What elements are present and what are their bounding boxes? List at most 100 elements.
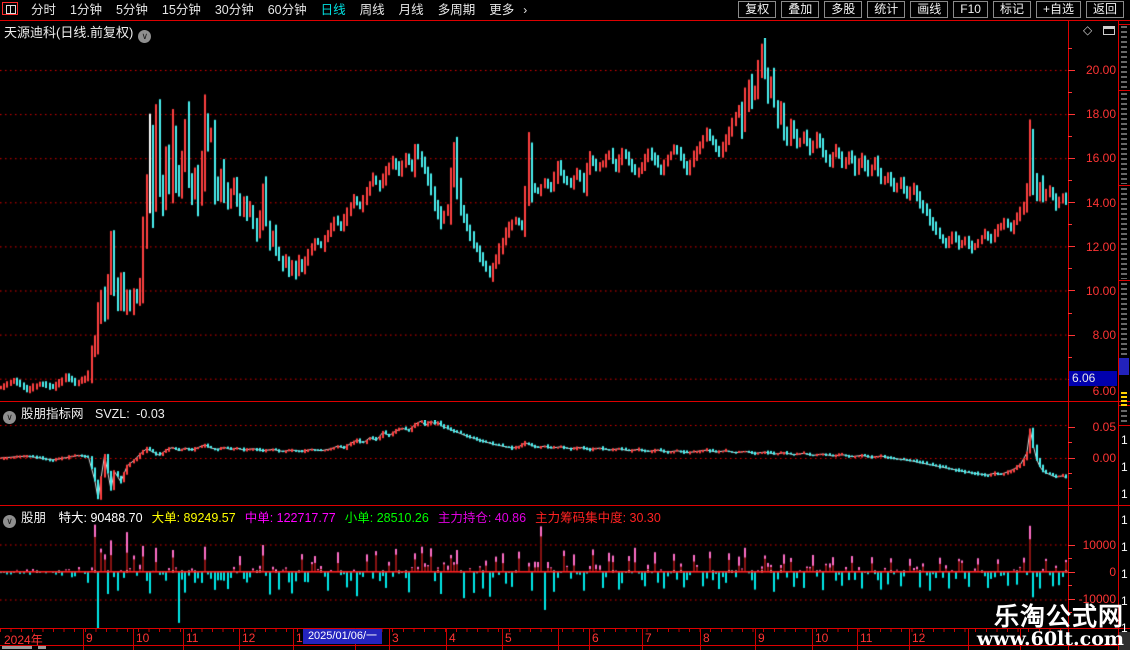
period-tab-list: 分时 1分钟 5分钟 15分钟 30分钟 60分钟 日线 周线 月线 多周期 更多 › xyxy=(24,0,527,20)
x-axis-separator xyxy=(589,628,590,645)
toolbar-period-item[interactable]: 1分钟 xyxy=(70,0,102,20)
toolbar-button[interactable]: 标记 xyxy=(992,1,1031,18)
x-axis-separator xyxy=(968,628,969,645)
toolbar-period-item[interactable]: 5分钟 xyxy=(116,0,148,20)
x-axis-separator-lower xyxy=(502,646,503,650)
axis-tick xyxy=(1068,427,1075,428)
fund-stat: 特大: 90488.70 xyxy=(59,511,143,525)
x-axis-separator-lower xyxy=(857,646,858,650)
sidebar-blue-marker xyxy=(1119,358,1129,375)
fund-stat-value: 90488.70 xyxy=(90,511,143,525)
axis-tick xyxy=(1068,70,1075,71)
toolbar-period-item[interactable]: 月线 xyxy=(399,0,424,20)
svzl-collapse-icon[interactable]: ∨ xyxy=(3,411,16,424)
toolbar-divider xyxy=(0,20,1130,21)
x-axis-separator-lower xyxy=(909,646,910,650)
toolbar-button[interactable]: 多股 xyxy=(824,1,863,18)
fund-stat: 中单: 122717.77 xyxy=(245,511,336,525)
x-axis-separator xyxy=(558,628,559,645)
x-axis-separator xyxy=(183,628,184,645)
axis-tick xyxy=(1068,224,1072,225)
axis-tick xyxy=(1068,572,1075,573)
toolbar-period-item[interactable]: 周线 xyxy=(360,0,385,20)
axis-tick xyxy=(1068,92,1072,93)
x-axis-separator xyxy=(812,628,813,645)
toolbar-button[interactable]: +自选 xyxy=(1035,1,1081,18)
toolbar-button[interactable]: 叠加 xyxy=(781,1,820,18)
x-axis-label: 10 xyxy=(815,631,829,645)
x-axis-separator-lower xyxy=(642,646,643,650)
x-axis-label: 12 xyxy=(912,631,926,645)
x-axis-separator-lower xyxy=(812,646,813,650)
layout-split-icon[interactable] xyxy=(2,2,18,15)
axis-tick xyxy=(1068,357,1072,358)
toolbar-period-item[interactable]: 更多 xyxy=(489,0,514,20)
toolbar-period-item[interactable]: 60分钟 xyxy=(268,0,307,20)
fund-stat-label: 小单: xyxy=(344,511,377,525)
toolbar-period-item[interactable]: 15分钟 xyxy=(162,0,201,20)
x-axis-separator xyxy=(446,628,447,645)
x-axis-separator xyxy=(239,628,240,645)
x-axis-separator xyxy=(293,628,294,645)
toolbar-period-item[interactable]: 分时 xyxy=(31,0,56,20)
fund-stat: 主力筹码集中度: 30.30 xyxy=(535,511,661,525)
fund-flow-bar-chart[interactable] xyxy=(0,524,1068,628)
window-icon-bar xyxy=(1104,27,1114,29)
svzl-panel-header: ∨ 股朋指标网 SVZL: -0.03 xyxy=(3,403,165,424)
window-icon[interactable] xyxy=(1103,26,1115,35)
sidebar-separator xyxy=(1119,185,1130,186)
axis-tick xyxy=(1068,48,1072,49)
y-axis-label: 14.00 xyxy=(1085,196,1116,210)
svzl-indicator-chart[interactable] xyxy=(0,420,1068,502)
fund-stat-value: 122717.77 xyxy=(276,511,336,525)
axis-tick xyxy=(1068,585,1072,586)
fund-collapse-icon[interactable]: ∨ xyxy=(3,515,16,528)
fund-stat-value: 28510.26 xyxy=(376,511,429,525)
y-axis-label: 0.05 xyxy=(1092,420,1116,434)
toolbar-button[interactable]: 画线 xyxy=(910,1,949,18)
toolbar-button[interactable]: 复权 xyxy=(738,1,777,18)
fund-stat-value: 89249.57 xyxy=(183,511,236,525)
toolbar-period-item[interactable]: 日线 xyxy=(321,0,346,20)
x-axis-separator xyxy=(857,628,858,645)
y-axis-label: 16.00 xyxy=(1085,151,1116,165)
axis-tick xyxy=(1068,202,1075,203)
x-axis-separator xyxy=(133,628,134,645)
axis-tick xyxy=(1068,313,1072,314)
axis-tick xyxy=(1068,442,1072,443)
toolbar-button-group: 复权 叠加 多股 统计 画线 F10 标记 +自选 返回 xyxy=(738,1,1124,18)
toolbar-button[interactable]: 统计 xyxy=(867,1,906,18)
diamond-icon[interactable]: ◇ xyxy=(1083,23,1092,37)
axis-tick xyxy=(1068,558,1072,559)
fund-stat-label: 主力筹码集中度: xyxy=(535,511,630,525)
fund-source-label: 股朋 xyxy=(21,511,47,525)
fund-stat-label: 中单: xyxy=(244,511,277,525)
x-axis-label: 3 xyxy=(392,631,399,645)
x-axis-separator xyxy=(642,628,643,645)
panel-separator-1 xyxy=(0,401,1130,402)
watermark: 乐淘公式网 www.60lt.com xyxy=(977,604,1124,649)
main-candlestick-chart[interactable] xyxy=(0,38,1068,396)
axis-tick xyxy=(1068,599,1075,600)
axis-tick xyxy=(1068,114,1075,115)
sidebar-digit: 1 xyxy=(1121,513,1128,527)
y-axis-label: 8.00 xyxy=(1092,328,1116,342)
toolbar-period-item[interactable]: 30分钟 xyxy=(215,0,254,20)
sidebar-clipped-text-5 xyxy=(1121,410,1127,423)
sidebar-digit: 1 xyxy=(1121,460,1128,474)
toolbar-button[interactable]: 返回 xyxy=(1085,1,1124,18)
toolbar-button[interactable]: F10 xyxy=(953,1,988,18)
fund-stat-label: 主力持仓: xyxy=(437,511,495,525)
x-axis-separator xyxy=(83,628,84,645)
panel-separator-2 xyxy=(0,505,1130,506)
x-axis-separator-lower xyxy=(133,646,134,650)
xaxis-minor-ticks xyxy=(0,629,1068,632)
fund-stat-label: 大单: xyxy=(151,511,184,525)
more-arrow-icon[interactable]: › xyxy=(523,0,527,20)
toolbar-period-item[interactable]: 多周期 xyxy=(438,0,476,20)
clipped-right-sidebar: 11111111 xyxy=(1119,21,1130,650)
sidebar-clipped-text-3 xyxy=(1121,188,1127,279)
fund-stats-row: 特大: 90488.70 大单: 89249.57 中单: 122717.77 小单:… xyxy=(50,511,661,525)
svzl-source-label: 股朋指标网 xyxy=(21,407,84,421)
sidebar-clipped-text-2 xyxy=(1121,93,1127,184)
